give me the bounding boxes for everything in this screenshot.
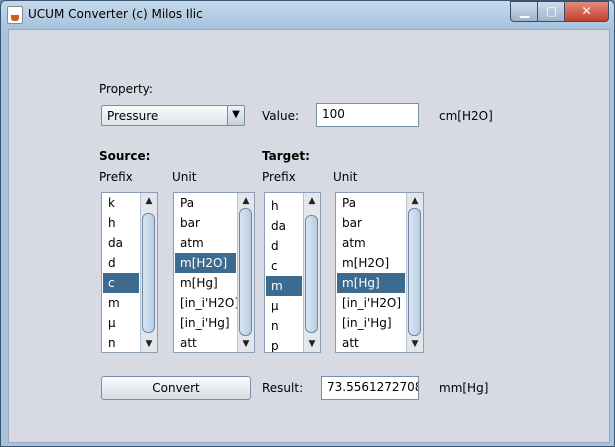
scroll-down-arrow-icon[interactable]: ▼ [304, 336, 320, 352]
list-item[interactable]: m[Hg] [175, 273, 236, 293]
app-window: UCUM Converter (c) Milos Ilic ▁ ▢ ✕ Prop… [0, 0, 615, 447]
list-item[interactable]: d [266, 236, 302, 256]
list-item[interactable]: n [103, 333, 139, 352]
list-item[interactable]: m[H2O] [175, 253, 236, 273]
list-item[interactable]: h [103, 213, 139, 233]
list-item[interactable]: k [103, 193, 139, 213]
property-label: Property: [99, 82, 153, 96]
list-item[interactable]: da [266, 216, 302, 236]
list-item[interactable]: n [266, 316, 302, 336]
target-prefix-label: Prefix [262, 170, 296, 184]
scroll-up-arrow-icon[interactable]: ▲ [238, 193, 254, 209]
close-button[interactable]: ✕ [564, 1, 609, 22]
list-item[interactable]: da [103, 233, 139, 253]
list-item[interactable]: bar [337, 213, 405, 233]
list-item[interactable]: Pa [175, 193, 236, 213]
maximize-button[interactable]: ▢ [537, 1, 566, 22]
list-item[interactable]: c [266, 256, 302, 276]
scroll-down-arrow-icon[interactable]: ▼ [141, 336, 157, 352]
scrollbar-thumb[interactable] [239, 208, 252, 336]
convert-button[interactable]: Convert [101, 376, 251, 400]
scrollbar-thumb[interactable] [408, 208, 421, 336]
window-title: UCUM Converter (c) Milos Ilic [28, 7, 203, 21]
list-item[interactable]: h [266, 196, 302, 216]
list-item[interactable]: bar [175, 213, 236, 233]
list-item[interactable]: d [103, 253, 139, 273]
list-item[interactable]: atm [337, 233, 405, 253]
value-input[interactable]: 100 [316, 103, 419, 127]
result-unit: mm[Hg] [439, 381, 489, 395]
scrollbar[interactable]: ▲ ▼ [140, 193, 157, 352]
source-unit-list[interactable]: Pa bar atm m[H2O] m[Hg] [in_i'H2O] [in_i'Hg] at… [173, 192, 255, 353]
list-item[interactable]: [in_i'Hg] [337, 313, 405, 333]
list-item[interactable]: atm [175, 233, 236, 253]
list-item[interactable]: c [103, 273, 139, 293]
list-item[interactable]: p [266, 336, 302, 352]
title-bar[interactable]: UCUM Converter (c) Milos Ilic ▁ ▢ ✕ [1, 1, 614, 29]
list-item[interactable]: m[Hg] [337, 273, 405, 293]
target-title: Target: [262, 149, 310, 163]
source-prefix-label: Prefix [99, 170, 133, 184]
java-app-icon [7, 6, 23, 24]
scroll-up-arrow-icon[interactable]: ▲ [304, 193, 320, 209]
scrollbar-thumb[interactable] [305, 215, 318, 333]
list-item[interactable]: att [175, 333, 236, 352]
scrollbar-thumb[interactable] [142, 213, 155, 333]
list-item[interactable]: [in_i'H2O] [175, 293, 239, 313]
value-label: Value: [262, 109, 299, 123]
main-panel: Property: Pressure ▼ Value: 100 cm[H2O] … [8, 29, 610, 443]
list-item[interactable]: [in_i'Hg] [175, 313, 236, 333]
property-selected: Pressure [107, 109, 159, 123]
source-prefix-list[interactable]: k h da d c m µ n ▲ ▼ [101, 192, 158, 353]
target-unit-list[interactable]: Pa bar atm m[H2O] m[Hg] [in_i'H2O] [in_i'Hg] at… [335, 192, 424, 353]
scroll-up-arrow-icon[interactable]: ▲ [407, 193, 423, 209]
list-item[interactable]: m[H2O] [337, 253, 405, 273]
list-item[interactable]: µ [266, 296, 302, 316]
list-item[interactable]: m [103, 293, 139, 313]
target-prefix-list[interactable]: h da d c m µ n p ▲ ▼ [264, 192, 321, 353]
property-dropdown[interactable]: Pressure ▼ [101, 105, 245, 126]
result-field[interactable]: 73.5561272708 [321, 376, 419, 400]
list-item[interactable]: µ [103, 313, 139, 333]
scroll-down-arrow-icon[interactable]: ▼ [238, 336, 254, 352]
dropdown-arrow-icon[interactable]: ▼ [227, 106, 244, 125]
list-item[interactable]: [in_i'H2O] [337, 293, 405, 313]
source-unit-label: Unit [172, 170, 197, 184]
result-label: Result: [262, 381, 304, 395]
source-title: Source: [99, 149, 151, 163]
list-item[interactable]: m [266, 276, 302, 296]
value-unit: cm[H2O] [439, 109, 493, 123]
minimize-button[interactable]: ▁ [510, 1, 539, 22]
list-item[interactable]: att [337, 333, 405, 352]
target-unit-label: Unit [333, 170, 358, 184]
scrollbar[interactable]: ▲ ▼ [237, 193, 254, 352]
scrollbar[interactable]: ▲ ▼ [303, 193, 320, 352]
scroll-up-arrow-icon[interactable]: ▲ [141, 193, 157, 209]
scrollbar[interactable]: ▲ ▼ [406, 193, 423, 352]
list-item[interactable]: Pa [337, 193, 405, 213]
scroll-down-arrow-icon[interactable]: ▼ [407, 336, 423, 352]
